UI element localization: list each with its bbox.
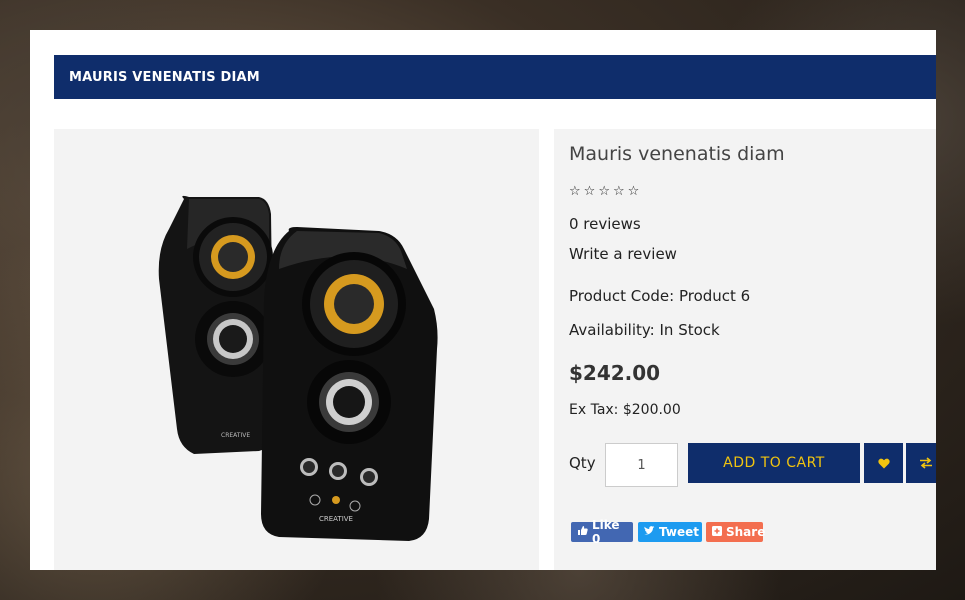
availability: Availability: In Stock <box>569 321 720 339</box>
share-button[interactable]: Share <box>706 522 766 542</box>
product-name: Mauris venenatis diam <box>569 143 785 165</box>
product-info-panel: Mauris venenatis diam ☆ ☆ ☆ ☆ ☆ 0 review… <box>554 129 936 570</box>
product-price: $242.00 <box>569 361 661 385</box>
star-empty-icon: ☆ <box>627 184 640 199</box>
qty-label: Qty <box>569 454 596 472</box>
brand-label-left: CREATIVE <box>221 432 250 439</box>
add-to-cart-button[interactable]: ADD TO CART <box>688 443 860 483</box>
tweet-button[interactable]: Tweet <box>638 522 702 542</box>
write-review-link[interactable]: Write a review <box>569 245 677 263</box>
quickview-modal: MAURIS VENENATIS DIAM CREATIVE CREATIVE … <box>30 30 936 570</box>
product-code: Product Code: Product 6 <box>569 287 751 305</box>
tweet-label: Tweet <box>659 525 699 539</box>
plus-box-icon <box>712 525 722 539</box>
swap-arrows-icon <box>919 457 932 469</box>
star-empty-icon: ☆ <box>583 184 596 199</box>
ex-tax-price: Ex Tax: $200.00 <box>569 402 681 418</box>
brand-label-right: CREATIVE <box>319 515 353 523</box>
star-empty-icon: ☆ <box>569 184 581 199</box>
product-image-panel: CREATIVE CREATIVE <box>54 129 539 570</box>
product-image: CREATIVE CREATIVE <box>158 195 438 541</box>
compare-button[interactable] <box>906 443 936 483</box>
thumbs-up-icon <box>577 525 588 539</box>
rating-stars: ☆ ☆ ☆ ☆ ☆ <box>569 185 639 198</box>
modal-title: MAURIS VENENATIS DIAM <box>69 69 260 85</box>
facebook-like-label: Like 0 <box>592 518 620 546</box>
qty-input[interactable] <box>605 443 678 487</box>
star-empty-icon: ☆ <box>612 184 625 199</box>
twitter-bird-icon <box>644 525 655 539</box>
add-to-wishlist-button[interactable] <box>864 443 903 483</box>
heart-icon <box>877 458 890 468</box>
share-label: Share <box>726 525 766 539</box>
star-empty-icon: ☆ <box>598 184 610 199</box>
reviews-link[interactable]: 0 reviews <box>569 215 641 233</box>
modal-header: MAURIS VENENATIS DIAM <box>54 55 936 99</box>
facebook-like-button[interactable]: Like 0 <box>571 518 633 546</box>
